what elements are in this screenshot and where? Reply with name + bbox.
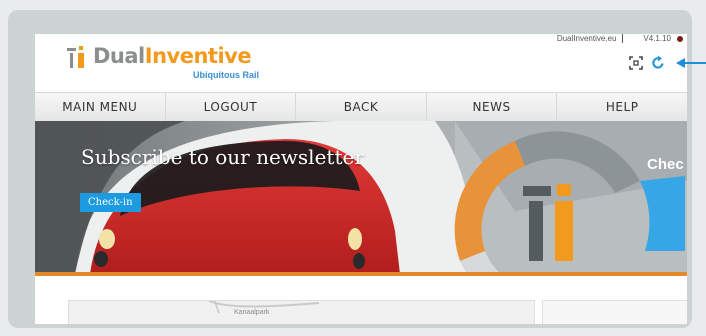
map-roads (208, 298, 320, 314)
check-in-button[interactable]: Check-in (80, 193, 141, 212)
brand-name: DualInventive (93, 44, 252, 68)
nav-back[interactable]: BACK (296, 93, 427, 121)
banner-title: Subscribe to our newsletter (81, 145, 364, 169)
refresh-icon[interactable] (651, 55, 665, 70)
banner-right-label: Chec (647, 156, 684, 173)
version-label: V4.1.10 (643, 34, 671, 43)
side-panel (542, 300, 687, 324)
status-dot-icon (677, 35, 683, 42)
top-info-bar: DualInventive.eu V4.1.10 (557, 34, 683, 43)
dualinventive-logo-icon (67, 46, 84, 68)
brand-tagline: Ubiquitous Rail (193, 70, 259, 80)
domain-link[interactable]: DualInventive.eu (557, 34, 617, 43)
nav-news[interactable]: NEWS (427, 93, 558, 121)
annotation-arrow-icon (676, 58, 706, 68)
fullscreen-icon[interactable] (629, 56, 643, 70)
nav-logout[interactable]: LOGOUT (166, 93, 297, 121)
nav-main-menu[interactable]: MAIN MENU (35, 93, 166, 121)
app-screen: DualInventive Ubiquitous Rail DualInvent… (35, 34, 687, 324)
brand-name-part2: Inventive (144, 44, 252, 68)
divider (622, 34, 624, 43)
map-label: Kanaalpark (234, 309, 270, 316)
nav-help[interactable]: HELP (557, 93, 687, 121)
map-panel[interactable]: Kanaalpark (68, 298, 535, 324)
banner-bottom-bar (35, 272, 687, 276)
newsletter-banner: Subscribe to our newsletter Check-in Che… (35, 121, 687, 274)
main-navigation: MAIN MENU LOGOUT BACK NEWS HELP (35, 92, 687, 122)
brand-name-part1: Dual (93, 44, 145, 68)
